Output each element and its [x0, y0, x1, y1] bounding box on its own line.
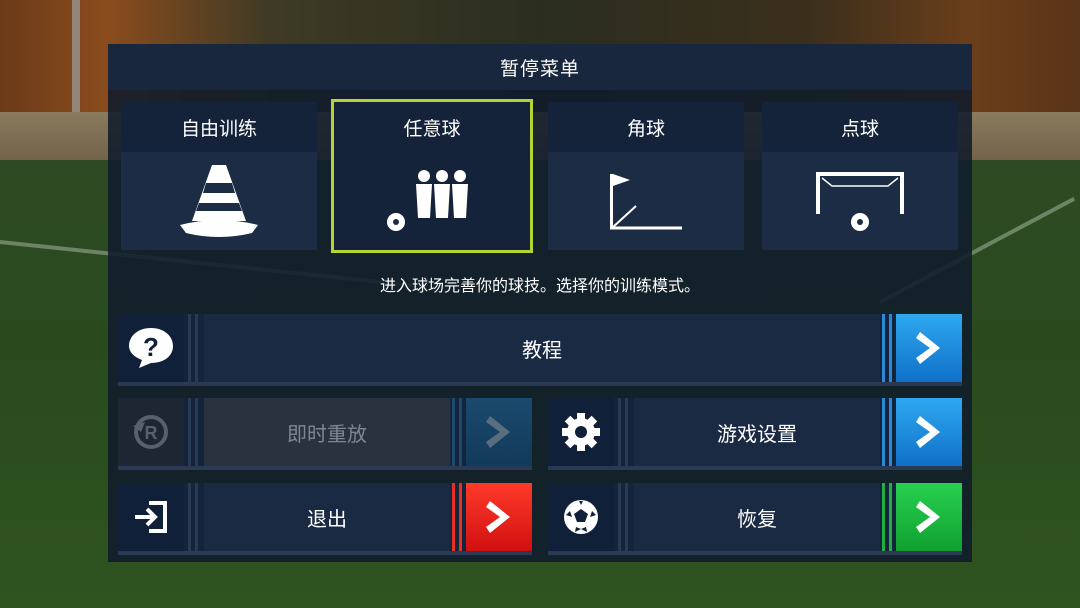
pause-menu-panel: 暂停菜单 自由训练 任意球 角球 点球 进入球场完善你的球技。选择你的训练模式。… [108, 44, 972, 562]
mode-label: 任意球 [334, 102, 530, 152]
mode-penalty[interactable]: 点球 [762, 102, 958, 250]
chevron-right-icon [486, 416, 510, 448]
quit-button[interactable]: 退出 [118, 483, 532, 555]
chevron-right-icon [486, 501, 510, 533]
cone-icon [180, 165, 258, 237]
penalty-goal-icon [816, 172, 904, 231]
svg-text:R: R [145, 423, 158, 443]
mode-free-kick[interactable]: 任意球 [331, 99, 533, 253]
game-settings-go-button[interactable] [896, 398, 962, 466]
chevron-right-icon [916, 416, 940, 448]
quit-go-button[interactable] [466, 483, 532, 551]
mode-label: 角球 [548, 102, 744, 152]
gear-icon [562, 413, 600, 451]
resume-go-button[interactable] [896, 483, 962, 551]
game-settings-button[interactable]: 游戏设置 [548, 398, 962, 470]
mode-label: 自由训练 [121, 102, 317, 152]
chevron-right-icon [916, 332, 940, 364]
svg-text:?: ? [143, 332, 159, 362]
mode-free-training[interactable]: 自由训练 [121, 102, 317, 250]
exit-icon [135, 501, 167, 533]
soccer-ball-icon [564, 500, 598, 534]
menu-title: 暂停菜单 [108, 44, 972, 90]
tutorial-button[interactable]: ? 教程 [118, 314, 962, 386]
tutorial-go-button[interactable] [896, 314, 962, 382]
replay-icon: R [133, 415, 168, 449]
game-settings-label: 游戏设置 [634, 398, 880, 466]
mode-corner-kick[interactable]: 角球 [548, 102, 744, 250]
quit-label: 退出 [204, 483, 450, 551]
instant-replay-label: 即时重放 [204, 398, 450, 466]
mode-label: 点球 [762, 102, 958, 152]
instant-replay-button[interactable]: R 即时重放 [118, 398, 532, 470]
instant-replay-go-button[interactable] [466, 398, 532, 466]
mode-hint: 进入球场完善你的球技。选择你的训练模式。 [379, 276, 700, 295]
question-bubble-icon: ? [129, 328, 173, 368]
resume-label: 恢复 [634, 483, 880, 551]
free-kick-wall-icon [387, 170, 468, 231]
resume-button[interactable]: 恢复 [548, 483, 962, 555]
tutorial-label: 教程 [204, 314, 880, 382]
chevron-right-icon [916, 501, 940, 533]
corner-flag-icon [610, 174, 682, 230]
